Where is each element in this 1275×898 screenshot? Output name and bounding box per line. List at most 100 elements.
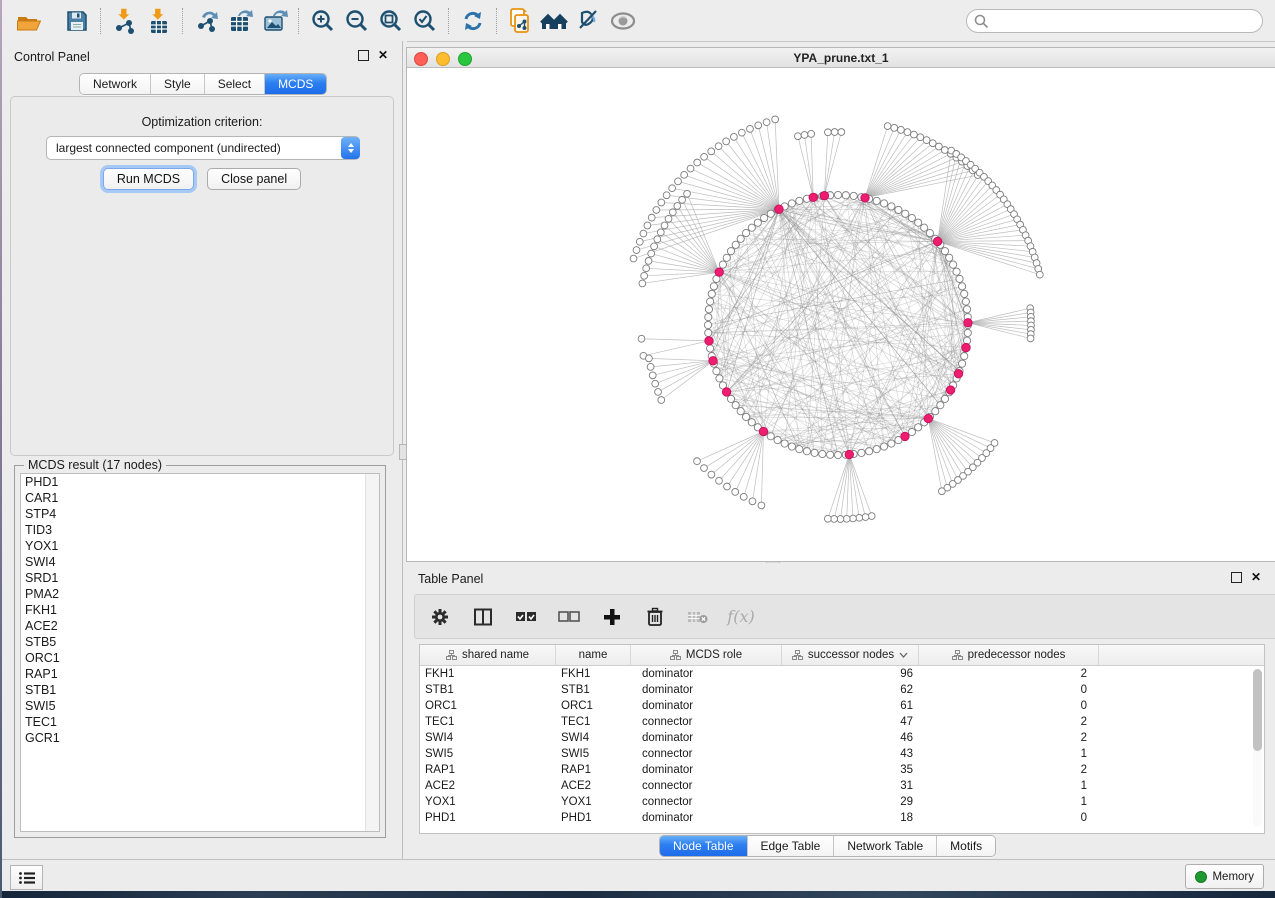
attribute-options-icon[interactable] (427, 604, 453, 630)
graph-node[interactable] (803, 448, 810, 455)
graph-mcds-node[interactable] (775, 205, 783, 213)
graph-leaf-node[interactable] (917, 134, 924, 141)
graph-node[interactable] (748, 419, 755, 426)
mcds-result-item[interactable]: ACE2 (21, 618, 379, 634)
graph-leaf-node[interactable] (694, 159, 701, 166)
mcds-result-item[interactable]: YOX1 (21, 538, 379, 554)
graph-node[interactable] (866, 448, 873, 455)
mcds-result-item[interactable]: SWI5 (21, 698, 379, 714)
graph-mcds-node[interactable] (954, 369, 962, 377)
graph-mcds-node[interactable] (861, 194, 869, 202)
graph-leaf-node[interactable] (652, 380, 659, 387)
graph-leaf-node[interactable] (684, 190, 691, 197)
graph-node[interactable] (761, 214, 768, 221)
graph-node[interactable] (880, 200, 887, 207)
graph-node[interactable] (713, 367, 720, 374)
graph-leaf-node[interactable] (663, 192, 670, 199)
mcds-result-item[interactable]: FKH1 (21, 602, 379, 618)
graph-leaf-node[interactable] (911, 131, 918, 138)
table-row[interactable]: SWI5SWI5connector431 (420, 746, 1264, 762)
mcds-result-item[interactable]: STB5 (21, 634, 379, 650)
graph-leaf-node[interactable] (643, 265, 650, 272)
graph-leaf-node[interactable] (824, 129, 831, 136)
graph-leaf-node[interactable] (716, 477, 723, 484)
float-panel-icon[interactable] (358, 50, 369, 61)
close-panel-button[interactable]: Close panel (207, 168, 301, 190)
graph-node[interactable] (858, 449, 865, 456)
mcds-result-item[interactable]: PMA2 (21, 586, 379, 602)
mcds-result-item[interactable]: TID3 (21, 522, 379, 538)
tab-network-table[interactable]: Network Table (833, 836, 936, 856)
mcds-result-item[interactable]: ORC1 (21, 650, 379, 666)
graph-leaf-node[interactable] (749, 498, 756, 505)
graph-node[interactable] (754, 219, 761, 226)
graph-leaf-node[interactable] (731, 133, 738, 140)
graph-node[interactable] (941, 248, 948, 255)
mcds-result-item[interactable]: CAR1 (21, 490, 379, 506)
table-row[interactable]: FKH1FKH1dominator962 (420, 666, 1264, 682)
graph-node[interactable] (932, 408, 939, 415)
graph-leaf-node[interactable] (645, 258, 652, 265)
graph-node[interactable] (788, 443, 795, 450)
graph-leaf-node[interactable] (653, 207, 660, 214)
graph-node[interactable] (834, 191, 841, 198)
tab-select[interactable]: Select (204, 74, 264, 94)
graph-leaf-node[interactable] (675, 178, 682, 185)
graph-leaf-node[interactable] (708, 471, 715, 478)
table-row[interactable]: ORC1ORC1dominator610 (420, 698, 1264, 714)
network-canvas[interactable] (407, 68, 1273, 560)
graph-node[interactable] (902, 210, 909, 217)
graph-mcds-node[interactable] (845, 450, 853, 458)
graph-node[interactable] (873, 197, 880, 204)
graph-node[interactable] (719, 261, 726, 268)
tab-style[interactable]: Style (150, 74, 204, 94)
graph-leaf-node[interactable] (772, 116, 779, 123)
column-header-shared-name[interactable]: shared name (420, 645, 556, 665)
delete-column-icon[interactable] (642, 604, 668, 630)
graph-node[interactable] (827, 451, 834, 458)
graph-leaf-node[interactable] (904, 129, 911, 136)
graph-node[interactable] (888, 203, 895, 210)
graph-node[interactable] (880, 443, 887, 450)
mcds-result-item[interactable]: PHD1 (21, 474, 379, 490)
graph-leaf-node[interactable] (647, 363, 654, 370)
graph-leaf-node[interactable] (938, 488, 945, 495)
graph-leaf-node[interactable] (636, 238, 643, 245)
graph-node[interactable] (707, 345, 714, 352)
graph-leaf-node[interactable] (694, 458, 701, 465)
graph-leaf-node[interactable] (658, 199, 665, 206)
graph-leaf-node[interactable] (638, 335, 645, 342)
graph-leaf-node[interactable] (644, 222, 651, 229)
graph-leaf-node[interactable] (654, 236, 661, 243)
graph-leaf-node[interactable] (824, 515, 831, 522)
table-row[interactable]: STB1STB1dominator620 (420, 682, 1264, 698)
graph-node[interactable] (796, 197, 803, 204)
graph-leaf-node[interactable] (837, 516, 844, 523)
graph-node[interactable] (727, 395, 734, 402)
graph-node[interactable] (850, 192, 857, 199)
graph-leaf-node[interactable] (655, 389, 662, 396)
run-mcds-button[interactable]: Run MCDS (103, 168, 194, 190)
graph-node[interactable] (921, 224, 928, 231)
graph-node[interactable] (748, 224, 755, 231)
graph-leaf-node[interactable] (850, 515, 857, 522)
graph-leaf-node[interactable] (1036, 271, 1043, 278)
graph-leaf-node[interactable] (843, 515, 850, 522)
graph-node[interactable] (956, 275, 963, 282)
table-row[interactable]: RAP1RAP1dominator352 (420, 762, 1264, 778)
select-all-check-icon[interactable] (513, 604, 539, 630)
graph-node[interactable] (781, 440, 788, 447)
graph-leaf-node[interactable] (884, 123, 891, 130)
graph-mcds-node[interactable] (964, 319, 972, 327)
import-network-icon[interactable] (108, 5, 142, 37)
graph-node[interactable] (727, 248, 734, 255)
graph-leaf-node[interactable] (648, 214, 655, 221)
tab-network[interactable]: Network (80, 74, 150, 94)
add-column-icon[interactable] (599, 604, 625, 630)
graph-node[interactable] (705, 314, 712, 321)
graph-node[interactable] (946, 254, 953, 261)
graph-node[interactable] (708, 290, 715, 297)
tab-edge-table[interactable]: Edge Table (747, 836, 834, 856)
graph-node[interactable] (941, 395, 948, 402)
graph-leaf-node[interactable] (665, 215, 672, 222)
